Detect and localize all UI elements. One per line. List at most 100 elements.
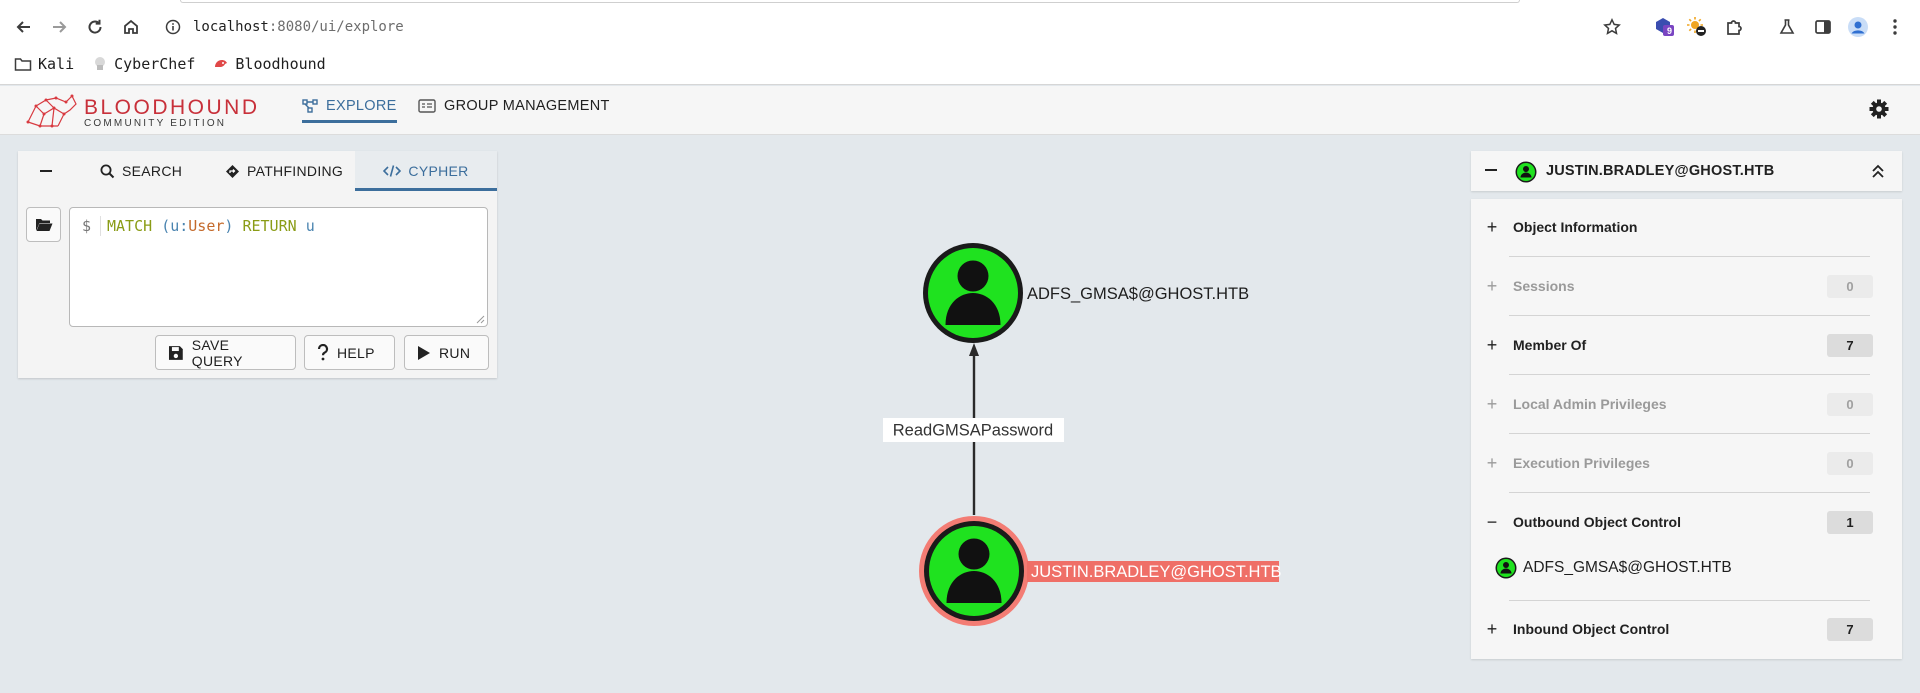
minus-icon [40,170,52,172]
section-name: Member Of [1513,337,1587,353]
code-paren: ( [161,217,171,235]
outbound-item-label: ADFS_GMSA$@GHOST.HTB [1523,559,1732,576]
extension-badge-icon[interactable]: 9 [1652,15,1676,39]
reload-icon[interactable] [83,15,107,39]
collapse-entity-panel-button[interactable] [1485,163,1497,182]
group-management-icon [418,99,436,113]
section-count: 1 [1827,511,1873,534]
collapse-all-button[interactable] [1871,163,1885,184]
graph-node-target[interactable] [923,243,1023,343]
settings-gear-icon[interactable] [1868,98,1892,122]
bookmark-star-icon[interactable] [1600,15,1624,39]
question-icon [317,344,329,361]
section-divider [1509,374,1870,375]
folder-open-icon [35,219,52,231]
node-label-source[interactable]: JUSTIN.BRADLEY@GHOST.HTB [1027,561,1282,582]
tab-pathfinding[interactable]: PATHFINDING [225,151,365,191]
url-path: :8080/ui/explore [268,19,404,35]
section-name: Object Information [1513,219,1638,235]
bloodhound-logo[interactable]: BLOODHOUND COMMUNITY EDITION [24,90,257,130]
labs-flask-icon[interactable] [1775,15,1799,39]
bookmark-kali[interactable]: Kali [14,55,74,73]
tab-label: CYPHER [408,163,469,179]
site-info-icon[interactable] [165,19,181,35]
code-colon: : [179,217,189,235]
tab-search[interactable]: SEARCH [100,151,200,191]
section-member-of[interactable]: + Member Of 7 [1471,317,1902,375]
section-local-admin-privileges[interactable]: + Local Admin Privileges 0 [1471,376,1902,434]
section-divider [1509,433,1870,434]
browser-chrome: localhost:8080/ui/explore 9 Kali CyberCh… [0,0,1920,85]
edge-label-text: ReadGMSAPassword [893,422,1053,440]
cypher-query-text[interactable]: MATCH (u:User) RETURN u [107,217,315,235]
outbound-control-item[interactable]: ADFS_GMSA$@GHOST.HTB [1495,557,1732,579]
section-count: 7 [1827,618,1873,641]
code-label: User [188,217,225,235]
edge-label[interactable]: ReadGMSAPassword [883,418,1064,442]
profile-avatar-icon[interactable] [1846,15,1870,39]
user-node-icon [1495,557,1517,579]
section-name: Execution Privileges [1513,455,1650,471]
code-return-var: u [305,217,315,235]
button-label: HELP [337,344,375,361]
browser-menu-icon[interactable] [1883,15,1907,39]
explore-graph-icon [302,99,318,113]
expand-icon: + [1486,335,1498,355]
run-button[interactable]: RUN [404,335,489,370]
address-bar[interactable]: localhost:8080/ui/explore [165,12,1615,42]
bookmark-cyberchef[interactable]: CyberChef [92,55,195,73]
extension-badge-count: 9 [1667,26,1673,36]
section-divider [1509,256,1870,257]
section-count: 0 [1827,275,1873,298]
node-label-source-text: JUSTIN.BRADLEY@GHOST.HTB [1031,563,1282,581]
search-icon [100,164,115,178]
app-header: BLOODHOUND COMMUNITY EDITION EXPLORE GRO… [0,86,1920,135]
expand-icon: + [1486,394,1498,414]
double-chevron-up-icon [1872,164,1884,178]
logo-subtitle: COMMUNITY EDITION [84,118,227,129]
tab-cypher[interactable]: CYPHER [355,151,497,191]
folder-icon [14,58,32,71]
collapse-panel-button[interactable] [26,151,66,191]
saved-queries-folder-button[interactable] [26,207,61,242]
nav-tab-group-management[interactable]: GROUP MANAGEMENT [418,98,610,114]
extension-sun-icon[interactable] [1685,15,1709,39]
graph-node-source[interactable] [919,516,1029,626]
editor-gutter-divider [100,216,101,236]
url-host: localhost [193,19,269,35]
entity-panel-body: + Object Information + Sessions 0 + Memb… [1471,199,1902,659]
section-inbound-object-control[interactable]: + Inbound Object Control 7 [1471,601,1902,659]
nav-tab-explore[interactable]: EXPLORE [302,98,397,123]
resize-handle-icon[interactable] [476,315,485,324]
keyword-return: RETURN [242,217,297,235]
expand-icon: + [1486,276,1498,296]
side-panel-icon[interactable] [1811,15,1835,39]
forward-icon[interactable] [47,15,71,39]
section-outbound-object-control[interactable]: − Outbound Object Control 1 [1471,494,1902,552]
expand-icon: + [1486,453,1498,473]
save-query-button[interactable]: SAVE QUERY [155,335,296,370]
home-icon[interactable] [119,15,143,39]
section-sessions[interactable]: + Sessions 0 [1471,258,1902,316]
code-paren: ) [224,217,234,235]
bookmark-bloodhound[interactable]: Bloodhound [213,55,326,73]
back-icon[interactable] [12,15,36,39]
help-button[interactable]: HELP [304,335,395,370]
logo-title: BLOODHOUND [84,96,260,119]
save-icon [168,345,183,360]
button-label: RUN [439,344,471,361]
bookmarks-bar: Kali CyberChef Bloodhound [14,53,326,75]
minus-icon [1485,169,1497,171]
section-divider [1509,492,1870,493]
bloodhound-icon [215,60,228,67]
extensions-puzzle-icon[interactable] [1722,15,1746,39]
bookmark-label: Kali [38,55,75,73]
node-label-target[interactable]: ADFS_GMSA$@GHOST.HTB [1027,285,1249,303]
cypher-editor[interactable]: $ MATCH (u:User) RETURN u [69,207,488,327]
section-object-information[interactable]: + Object Information [1471,199,1902,257]
section-execution-privileges[interactable]: + Execution Privileges 0 [1471,435,1902,493]
query-tabs: SEARCH PATHFINDING CYPHER [18,151,497,191]
cypher-query-panel: SEARCH PATHFINDING CYPHER $ MATCH (u:Use… [18,151,497,378]
code-var: u [170,217,180,235]
bloodhound-logo-icon [26,94,77,128]
